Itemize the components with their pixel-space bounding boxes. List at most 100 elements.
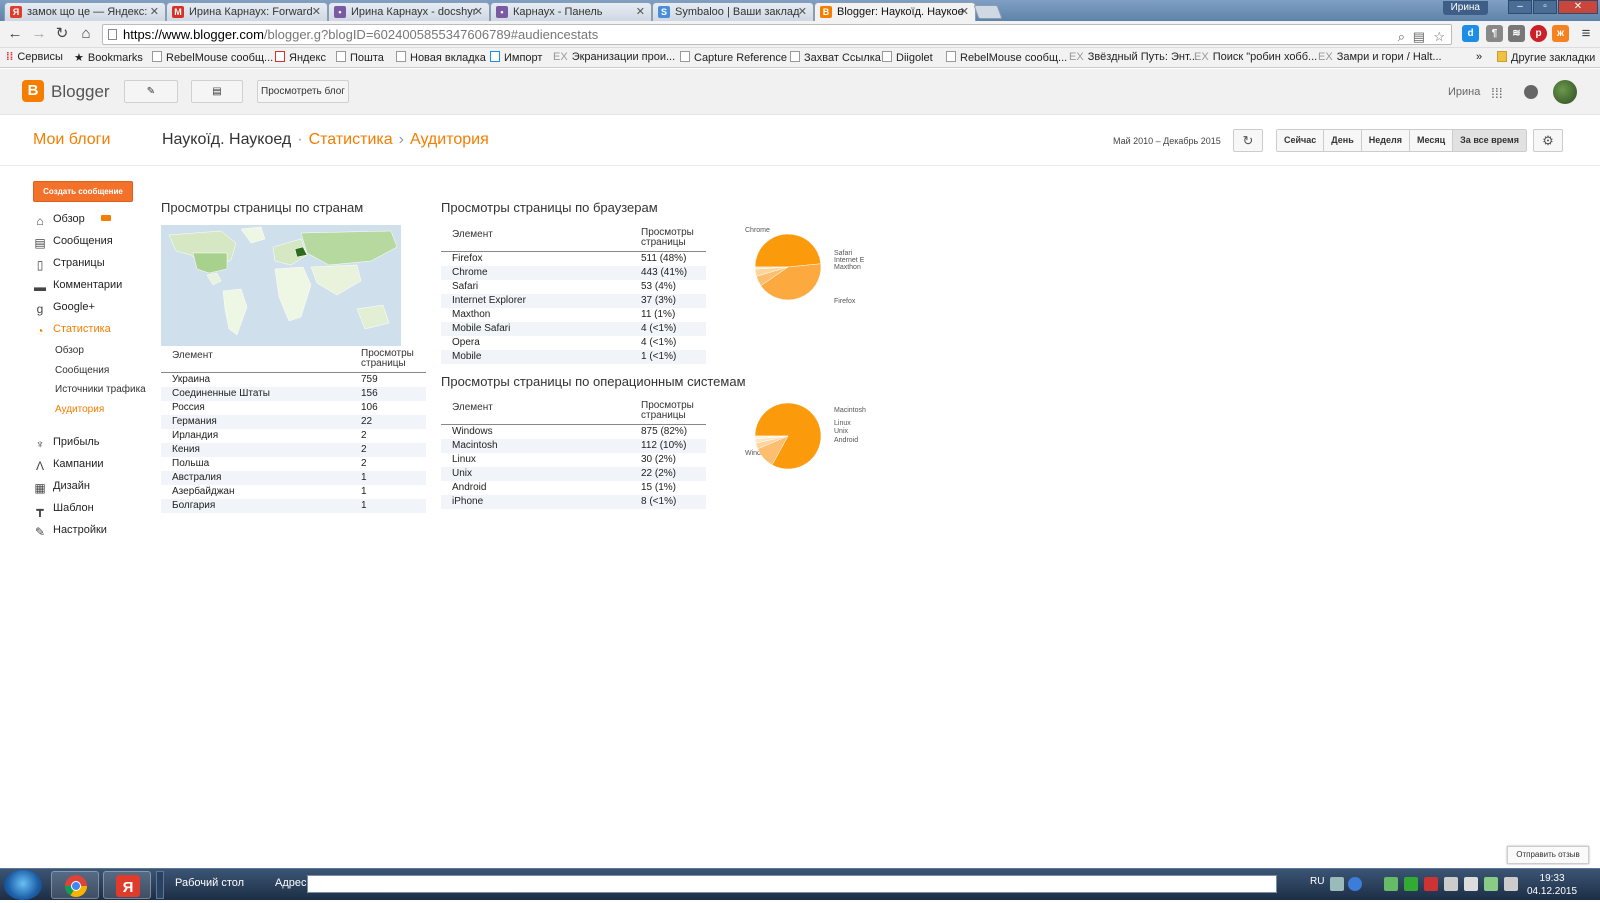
- address-bar[interactable]: https://www.blogger.com/blogger.g?blogID…: [102, 24, 1452, 45]
- user-name[interactable]: Ирина: [1448, 86, 1480, 98]
- my-blogs-link[interactable]: Мои блоги: [33, 131, 110, 149]
- notifications-icon[interactable]: [1524, 85, 1538, 99]
- help-icon[interactable]: [1348, 877, 1362, 891]
- range-all-time-button[interactable]: За все время: [1453, 130, 1526, 151]
- range-day-button[interactable]: День: [1324, 130, 1362, 151]
- sidebar-item-layout[interactable]: ▦ Дизайн: [33, 480, 90, 496]
- bookmark-item[interactable]: Новая вкладка: [396, 51, 486, 64]
- range-week-button[interactable]: Неделя: [1361, 130, 1410, 151]
- menu-icon[interactable]: ≡: [1577, 25, 1595, 43]
- sidebar-item-earnings[interactable]: ♆ Прибыль: [33, 436, 100, 452]
- bookmark-item[interactable]: EX Звёздный Путь: Энт...: [1069, 51, 1198, 63]
- network-icon[interactable]: [1444, 877, 1458, 891]
- bookmark-item[interactable]: EX Замри и гори / Halt...: [1318, 51, 1442, 63]
- posts-list-button[interactable]: ▤: [191, 80, 243, 103]
- sidebar-item-googleplus[interactable]: g Google+: [33, 301, 95, 317]
- settings-button[interactable]: ⚙: [1533, 129, 1563, 152]
- taskbar-chrome[interactable]: [51, 871, 99, 899]
- keyboard-icon[interactable]: [1330, 877, 1344, 891]
- browser-tab-active[interactable]: B Blogger: Наукоїд. Наукое ✕: [814, 2, 976, 21]
- close-icon[interactable]: ✕: [960, 5, 969, 18]
- close-icon[interactable]: ✕: [798, 5, 807, 18]
- star-icon[interactable]: ☆: [1433, 29, 1445, 45]
- bookmark-item[interactable]: Яндекс: [275, 51, 326, 64]
- bookmark-item[interactable]: Импорт: [490, 51, 542, 64]
- bookmark-item[interactable]: EX Поиск "робин хобб...: [1194, 51, 1317, 63]
- bookmark-item[interactable]: ⁞⁞ Сервисы: [6, 51, 63, 63]
- taskbar-scroll[interactable]: [156, 871, 164, 899]
- sidebar-item-settings[interactable]: ✎ Настройки: [33, 524, 107, 540]
- extension-icon[interactable]: ≋: [1508, 25, 1525, 42]
- sidebar-subitem-overview[interactable]: Обзор: [55, 345, 84, 356]
- apps-grid-icon[interactable]: ⁞⁞⁞: [1491, 85, 1503, 101]
- volume-icon[interactable]: [1464, 877, 1478, 891]
- forward-icon[interactable]: →: [30, 25, 48, 43]
- taskbar-yandex[interactable]: Я: [103, 871, 151, 899]
- bookmark-item[interactable]: Diigolet: [882, 51, 933, 64]
- new-tab-button[interactable]: [973, 5, 1003, 19]
- reload-icon[interactable]: ↻: [53, 25, 71, 43]
- bookmark-item[interactable]: ★ Bookmarks: [74, 51, 143, 64]
- close-icon[interactable]: ✕: [312, 5, 321, 18]
- page-action-icon[interactable]: ▤: [1413, 29, 1425, 45]
- bookmark-item[interactable]: RebelMouse сообщ...: [152, 51, 273, 64]
- tray-app-icon[interactable]: [1424, 877, 1438, 891]
- close-window-button[interactable]: ✕: [1558, 0, 1598, 14]
- desktop-toolbar[interactable]: Рабочий стол: [175, 877, 244, 889]
- browser-tab[interactable]: • Карнаух - Панель ✕: [490, 2, 652, 21]
- range-month-button[interactable]: Месяц: [1409, 130, 1454, 151]
- refresh-button[interactable]: ↻: [1233, 129, 1263, 152]
- close-icon[interactable]: ✕: [474, 5, 483, 18]
- blog-name[interactable]: Наукоїд. Наукоед: [162, 131, 291, 148]
- clock[interactable]: 19:33 04.12.2015: [1527, 872, 1577, 898]
- browser-tab[interactable]: • Ирина Карнаух - docshyr ✕: [328, 2, 490, 21]
- extension-icon[interactable]: ¶: [1486, 25, 1503, 42]
- bookmark-item[interactable]: EX Экранизации прои...: [553, 51, 675, 63]
- tray-app-icon[interactable]: [1404, 877, 1418, 891]
- more-bookmarks-button[interactable]: »: [1476, 51, 1482, 63]
- profile-badge[interactable]: Ирина: [1442, 1, 1488, 15]
- bookmark-item[interactable]: Захват Ссылка: [790, 51, 881, 64]
- extension-icon[interactable]: d: [1462, 25, 1479, 42]
- address-toolbar-input[interactable]: [307, 875, 1277, 893]
- browser-tab[interactable]: Язамок що це — Яндекс: ✕: [4, 2, 166, 21]
- bookmark-item[interactable]: Capture Reference: [680, 51, 787, 64]
- avatar[interactable]: [1553, 80, 1577, 104]
- flag-icon[interactable]: [1504, 877, 1518, 891]
- bookmark-item[interactable]: Пошта: [336, 51, 384, 64]
- browser-tab[interactable]: M Ирина Карнаух: Forward ✕: [166, 2, 328, 21]
- other-bookmarks[interactable]: Другие закладки: [1497, 51, 1595, 64]
- pie-slice[interactable]: [754, 233, 822, 268]
- maximize-button[interactable]: ▫: [1533, 0, 1557, 14]
- close-icon[interactable]: ✕: [636, 5, 645, 18]
- sidebar-item-overview[interactable]: ⌂ Обзор: [33, 213, 111, 229]
- sidebar-subitem-posts[interactable]: Сообщения: [55, 365, 109, 376]
- new-post-button[interactable]: ✎: [124, 80, 178, 103]
- sidebar-item-posts[interactable]: ▤ Сообщения: [33, 235, 112, 251]
- tray-app-icon[interactable]: [1384, 877, 1398, 891]
- sidebar-subitem-traffic-sources[interactable]: Источники трафика: [55, 384, 146, 395]
- minimize-button[interactable]: –: [1508, 0, 1532, 14]
- odnoklassniki-icon[interactable]: ж: [1552, 25, 1569, 42]
- language-indicator[interactable]: RU: [1310, 876, 1324, 887]
- close-icon[interactable]: ✕: [150, 5, 159, 18]
- range-now-button[interactable]: Сейчас: [1277, 130, 1325, 151]
- pinterest-icon[interactable]: p: [1530, 25, 1547, 42]
- breadcrumb-stats[interactable]: Статистика: [309, 131, 393, 148]
- blogger-logo-icon[interactable]: B: [22, 80, 44, 102]
- sidebar-subitem-audience[interactable]: Аудитория: [55, 404, 104, 415]
- world-map[interactable]: [161, 225, 401, 346]
- browser-tab[interactable]: S Symbaloo | Ваши заклад ✕: [652, 2, 814, 21]
- back-icon[interactable]: ←: [6, 25, 24, 43]
- send-feedback-button[interactable]: Отправить отзыв: [1507, 846, 1589, 864]
- search-icon[interactable]: ⌕: [1398, 29, 1405, 45]
- sidebar-item-template[interactable]: ┳ Шаблон: [33, 502, 93, 518]
- home-icon[interactable]: ⌂: [77, 25, 95, 43]
- view-blog-button[interactable]: Просмотреть блог: [257, 80, 349, 103]
- sidebar-item-stats[interactable]: ◔ Статистика: [33, 323, 110, 339]
- bookmark-item[interactable]: RebelMouse сообщ...: [946, 51, 1067, 64]
- sidebar-item-pages[interactable]: ▯ Страницы: [33, 257, 105, 273]
- sidebar-item-comments[interactable]: ▬ Комментарии: [33, 279, 122, 295]
- start-button[interactable]: [4, 870, 42, 900]
- blogger-brand[interactable]: Blogger: [51, 82, 110, 102]
